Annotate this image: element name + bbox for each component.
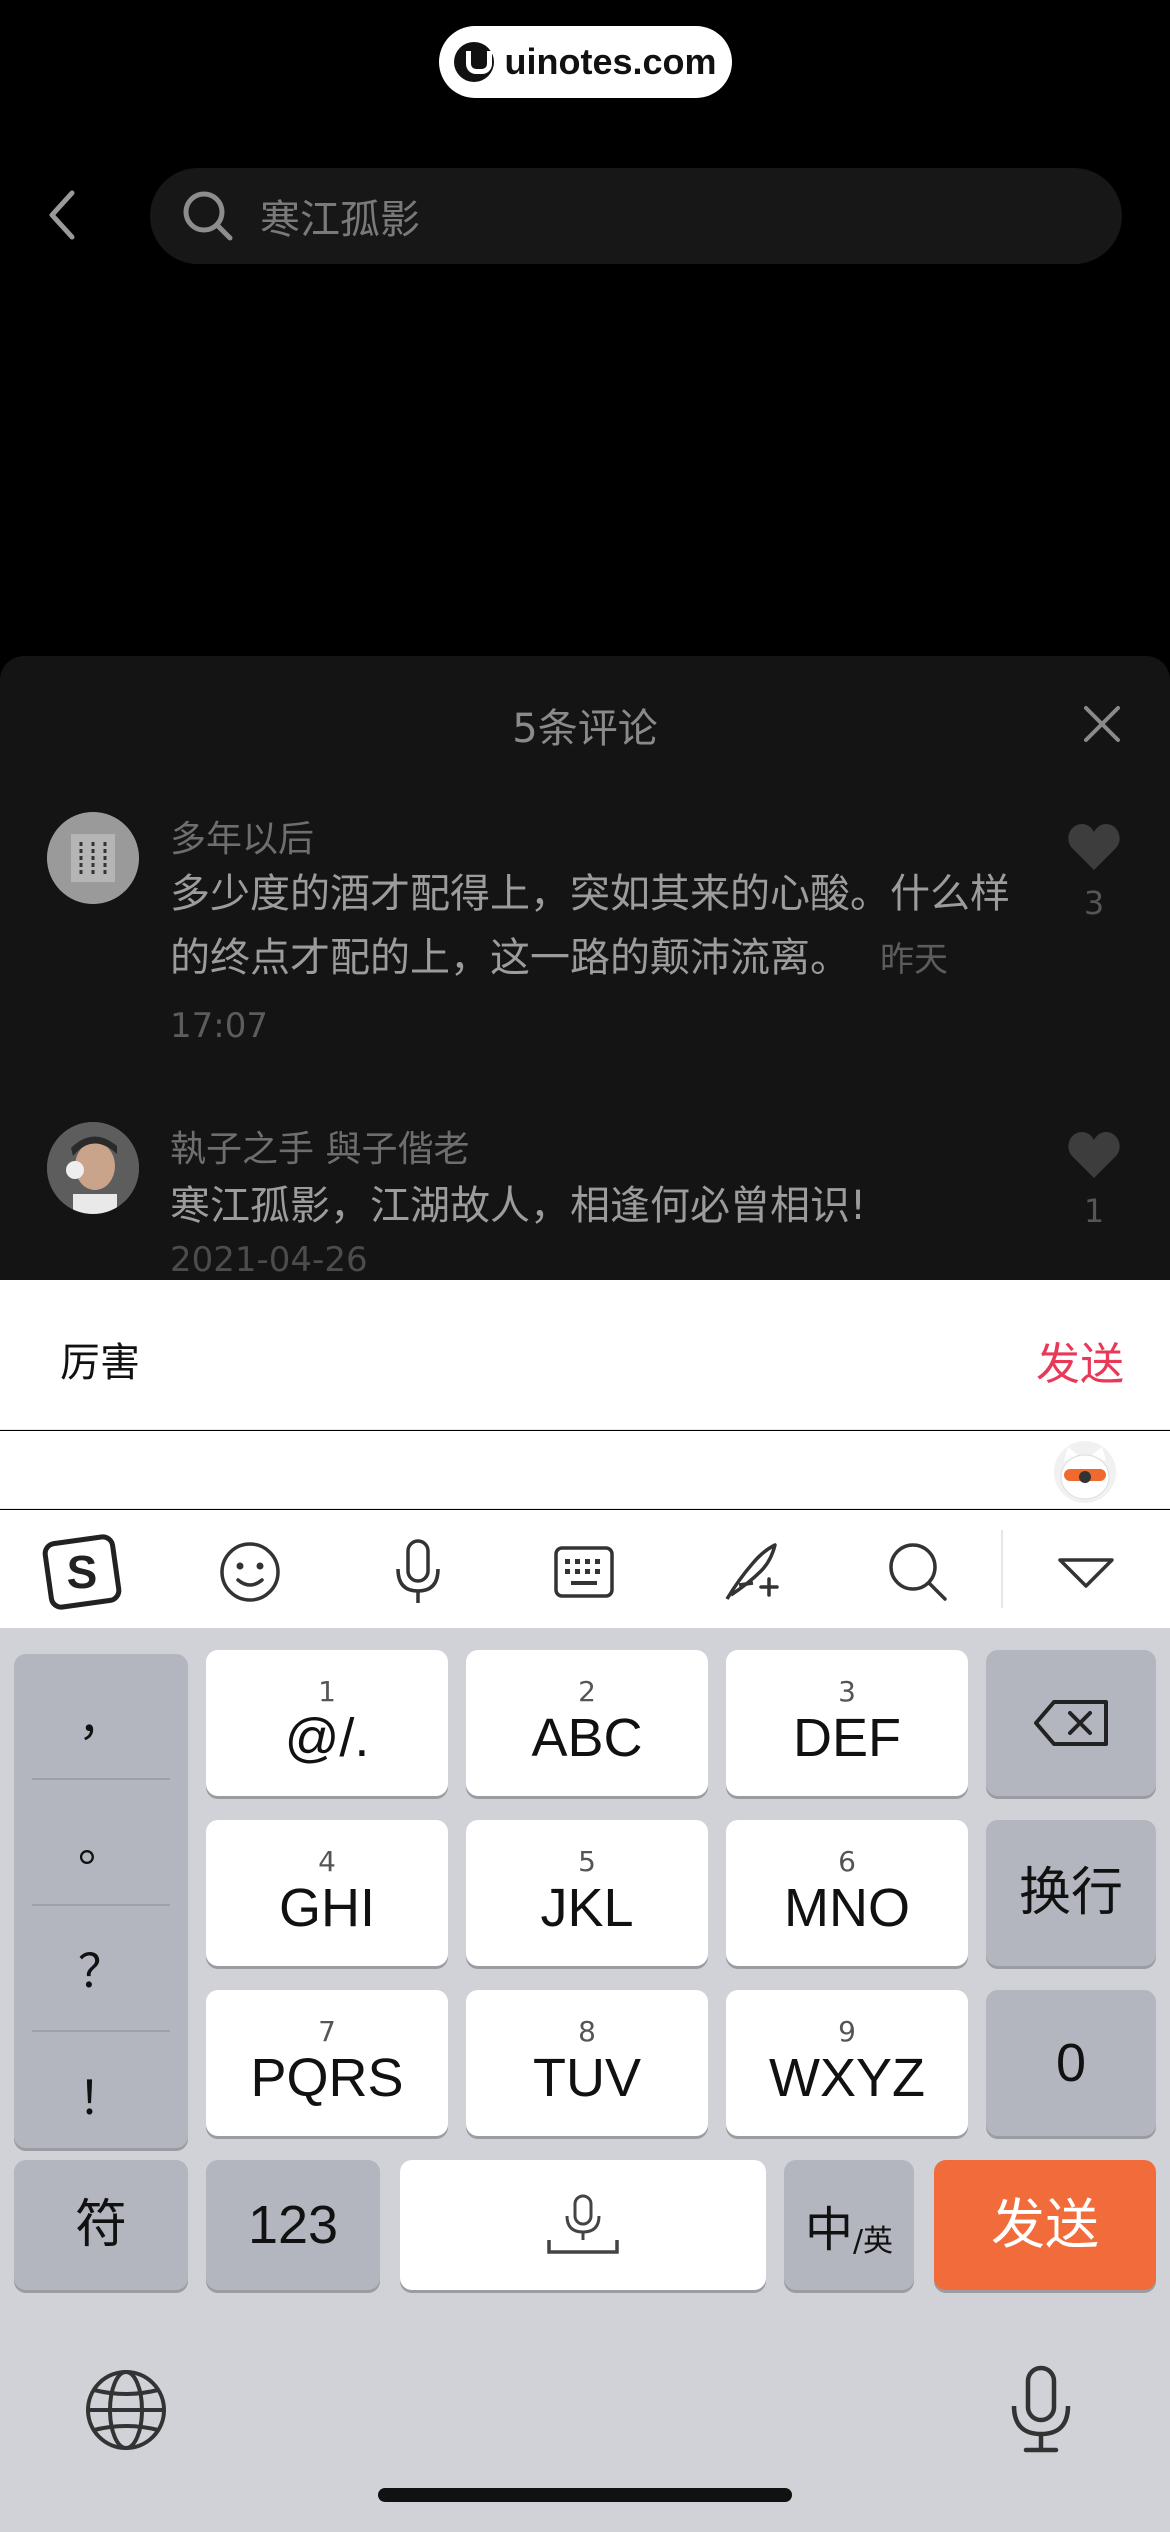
watermark-badge: uinotes.com xyxy=(439,26,732,98)
key-number: 5 xyxy=(578,1845,596,1878)
microphone-icon[interactable] xyxy=(378,1532,458,1612)
key-8[interactable]: 8 TUV xyxy=(466,1990,708,2136)
like-count: 3 xyxy=(1083,884,1105,922)
avatar[interactable] xyxy=(47,1122,139,1214)
key-label: 0 xyxy=(1055,2033,1087,2093)
punctuation-key[interactable]: ？ xyxy=(32,1906,170,2032)
uinotes-logo-icon xyxy=(454,42,495,82)
key-label: TUV xyxy=(533,2048,641,2108)
key-label: DEF xyxy=(793,1708,901,1768)
key-6[interactable]: 6 MNO xyxy=(726,1820,968,1966)
key-0[interactable]: 0 xyxy=(986,1990,1156,2136)
home-indicator[interactable] xyxy=(378,2488,792,2502)
collapse-icon[interactable] xyxy=(1046,1532,1126,1612)
key-number: 7 xyxy=(318,2015,336,2048)
key-number: 4 xyxy=(318,1845,336,1878)
backspace-icon xyxy=(1034,1700,1108,1746)
comment-time: 2021-04-26 xyxy=(170,1240,368,1280)
comment-author[interactable]: 多年以后 xyxy=(170,810,314,862)
key-2[interactable]: 2 ABC xyxy=(466,1650,708,1796)
mascot-icon[interactable] xyxy=(1054,1441,1116,1503)
send-button[interactable]: 发送 xyxy=(1036,1328,1124,1392)
like-button[interactable]: 3 xyxy=(1064,822,1124,922)
newline-key[interactable]: 换行 xyxy=(986,1820,1156,1966)
back-arrow-icon[interactable] xyxy=(40,185,90,245)
key-number: 8 xyxy=(578,2015,596,2048)
key-4[interactable]: 4 GHI xyxy=(206,1820,448,1966)
key-label: ABC xyxy=(531,1708,643,1768)
key-label: GHI xyxy=(278,1878,375,1938)
search-query: 寒江孤影 xyxy=(260,197,420,243)
heart-icon xyxy=(1068,824,1120,870)
language-switch-key[interactable]: 中 /英 xyxy=(784,2160,914,2290)
comment-count-title: 5条评论 xyxy=(512,706,658,752)
key-number: 3 xyxy=(838,1675,856,1708)
backspace-key[interactable] xyxy=(986,1650,1156,1796)
key-label: WXYZ xyxy=(769,2048,925,2108)
numbers-key[interactable]: 123 xyxy=(206,2160,380,2290)
svg-text:S: S xyxy=(67,1546,98,1598)
comment-body: 寒江孤影，江湖故人，相逢何必曾相识! xyxy=(170,1183,867,1229)
comment-author[interactable]: 執子之手 與子偕老 xyxy=(170,1120,469,1172)
search-bar[interactable]: 寒江孤影 xyxy=(150,168,1122,264)
search-icon xyxy=(183,191,233,241)
punctuation-key[interactable]: 。 xyxy=(32,1780,170,1906)
key-7[interactable]: 7 PQRS xyxy=(206,1990,448,2136)
like-button[interactable]: 1 xyxy=(1064,1130,1124,1230)
key-9[interactable]: 9 WXYZ xyxy=(726,1990,968,2136)
key-label: 中 xyxy=(804,2202,853,2258)
toolbar-divider xyxy=(1001,1530,1003,1608)
comment-text: 多少度的酒才配得上，突如其来的心酸。什么样的终点才配的上，这一路的颠沛流离。 昨天… xyxy=(170,862,1010,1058)
dictation-mic-icon[interactable] xyxy=(1006,2364,1076,2454)
symbol-key[interactable]: 符 xyxy=(14,2160,188,2290)
punctuation-key[interactable]: ， xyxy=(32,1654,170,1780)
ime-candidate-bar xyxy=(0,1431,1170,1509)
key-5[interactable]: 5 JKL xyxy=(466,1820,708,1966)
handwriting-icon[interactable] xyxy=(712,1532,792,1612)
avatar[interactable] xyxy=(47,812,139,904)
emoji-icon[interactable] xyxy=(210,1532,290,1612)
punctuation-column[interactable]: ， 。 ？ ！ xyxy=(14,1654,188,2148)
close-icon[interactable] xyxy=(1080,702,1124,746)
key-label: 发送 xyxy=(991,2195,1099,2255)
key-label: @/. xyxy=(284,1708,370,1768)
keyboard-icon[interactable] xyxy=(544,1532,624,1612)
key-number: 6 xyxy=(838,1845,856,1878)
key-number: 1 xyxy=(318,1675,336,1708)
key-number: 9 xyxy=(838,2015,856,2048)
globe-icon[interactable] xyxy=(84,2368,168,2452)
key-label: 换行 xyxy=(1018,1864,1123,1922)
key-label: JKL xyxy=(540,1878,634,1938)
key-number: 2 xyxy=(578,1675,596,1708)
keyboard: ， 。 ？ ！ 1 @/. 2 ABC 3 DEF 4 GHI 5 JKL 6 … xyxy=(0,1628,1170,2532)
search-icon[interactable] xyxy=(878,1532,958,1612)
key-1[interactable]: 1 @/. xyxy=(206,1650,448,1796)
punctuation-key[interactable]: ！ xyxy=(32,2032,170,2158)
comment-input[interactable]: 厉害 xyxy=(60,1330,140,1388)
sogou-logo-icon[interactable]: S xyxy=(42,1532,122,1612)
ime-toolbar: S xyxy=(0,1510,1170,1628)
key-3[interactable]: 3 DEF xyxy=(726,1650,968,1796)
key-sublabel: /英 xyxy=(852,2224,894,2259)
comment-input-bar: 厉害 发送 xyxy=(0,1280,1170,1430)
key-label: MNO xyxy=(784,1878,910,1938)
ime-send-key[interactable]: 发送 xyxy=(934,2160,1156,2290)
key-label: 123 xyxy=(247,2195,339,2255)
watermark-text: uinotes.com xyxy=(504,41,717,82)
heart-icon xyxy=(1068,1132,1120,1178)
like-count: 1 xyxy=(1083,1192,1105,1230)
comment-sheet: 5条评论 多年以后 多少度的酒才配得上，突如其来的心酸。什么样的终点才配的上，这… xyxy=(0,656,1170,1282)
key-label: 符 xyxy=(74,2196,127,2254)
space-key[interactable] xyxy=(400,2160,766,2290)
space-mic-icon xyxy=(547,2194,619,2254)
key-label: PQRS xyxy=(250,2048,404,2108)
comment-text: 寒江孤影，江湖故人，相逢何必曾相识! xyxy=(170,1174,1070,1238)
